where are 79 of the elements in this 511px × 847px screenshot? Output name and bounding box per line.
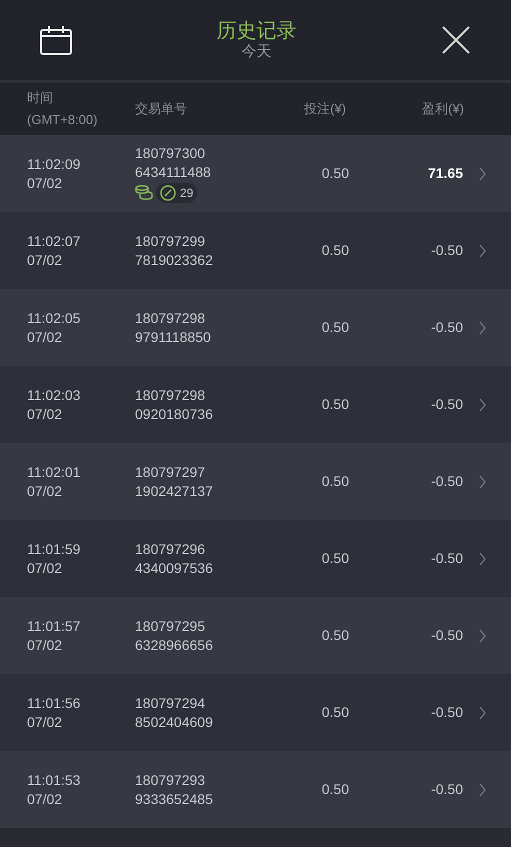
row-time: 11:02:03 (27, 386, 82, 404)
stake-amount: 0.50 (322, 395, 349, 414)
row-time: 11:02:05 (27, 308, 82, 328)
chevron-right-icon (479, 782, 486, 796)
history-row[interactable]: 11:01:53 07/02 180797293 9333652485 0.50 -0.50 (0, 751, 511, 828)
stake-amount: 0.50 (322, 780, 349, 799)
profit-amount: -0.50 (431, 395, 463, 414)
stake-amount: 0.50 (322, 318, 349, 337)
calendar-icon[interactable] (40, 25, 72, 55)
history-row[interactable]: 11:02:09 07/02 180797300 6434111488 29 0.50 71.65 (0, 135, 511, 212)
row-date: 07/02 (27, 404, 64, 424)
badge-count: 29 (180, 184, 194, 202)
order-number: 180797296 (135, 540, 206, 558)
history-row[interactable]: 11:02:05 07/02 180797298 9791118850 0.50 -0.50 (0, 289, 511, 366)
order-number: 0920180736 (135, 404, 214, 424)
row-date: 07/02 (27, 636, 64, 654)
row-time: 11:01:57 (27, 616, 82, 636)
row-date: 07/02 (27, 790, 64, 808)
order-number: 180797300 (135, 144, 206, 163)
row-date: 07/02 (27, 250, 64, 270)
chevron-right-icon (479, 166, 486, 180)
order-number: 8502404609 (135, 712, 214, 732)
page-title: 历史记录 (216, 19, 296, 43)
coins-icon (135, 185, 153, 201)
column-header: (GMT+8:00) (27, 111, 98, 129)
stake-amount: 0.50 (322, 549, 349, 568)
row-time: 11:01:56 (27, 694, 82, 712)
profit-amount: -0.50 (431, 241, 463, 260)
row-date: 07/02 (27, 482, 64, 500)
order-number: 1902427137 (135, 482, 214, 500)
order-number: 180797294 (135, 694, 206, 712)
stake-amount: 0.50 (322, 472, 349, 491)
stake-amount: 0.50 (322, 164, 349, 183)
chevron-right-icon (479, 320, 486, 334)
profit-amount: -0.50 (431, 318, 463, 337)
stake-amount: 0.50 (322, 626, 349, 645)
chevron-right-icon (479, 552, 486, 566)
row-time: 11:02:01 (27, 462, 82, 482)
order-number: 7819023362 (135, 250, 214, 270)
order-number: 180797297 (135, 462, 206, 482)
history-row[interactable]: 11:01:57 07/02 180797295 6328966656 0.50 -0.50 (0, 597, 511, 674)
order-number: 9333652485 (135, 790, 214, 808)
row-time: 11:02:07 (27, 232, 82, 250)
page-subtitle: 今天 (242, 43, 272, 61)
column-header: 交易单号 (135, 100, 188, 118)
stake-amount: 0.50 (322, 241, 349, 260)
order-number: 4340097536 (135, 558, 214, 578)
order-number: 6328966656 (135, 636, 214, 654)
column-header: 盈利(¥) (422, 100, 464, 118)
chevron-right-icon (479, 398, 486, 412)
order-number: 180797298 (135, 308, 206, 328)
profit-amount: -0.50 (431, 549, 463, 568)
order-number: 180797299 (135, 232, 206, 250)
history-row[interactable]: 11:02:01 07/02 180797297 1902427137 0.50 -0.50 (0, 443, 511, 520)
order-number: 180797295 (135, 616, 206, 636)
chevron-right-icon (479, 474, 486, 488)
row-date: 07/02 (27, 712, 64, 732)
column-header: 时间 (27, 89, 54, 107)
close-icon[interactable] (441, 25, 471, 55)
chevron-right-icon (479, 628, 486, 642)
row-time: 11:01:53 (27, 770, 82, 790)
chevron-right-icon (479, 244, 486, 258)
order-number: 6434111488 (135, 163, 212, 182)
row-date: 07/02 (27, 328, 64, 346)
order-number: 180797293 (135, 770, 206, 790)
order-number: 180797298 (135, 386, 206, 404)
row-date: 07/02 (27, 558, 64, 578)
row-time: 11:02:09 (27, 154, 82, 174)
profit-amount: -0.50 (431, 472, 463, 491)
profit-amount: -0.50 (431, 626, 463, 645)
stake-amount: 0.50 (322, 703, 349, 722)
profit-amount: -0.50 (431, 703, 463, 722)
order-number: 9791118850 (135, 328, 212, 346)
profit-amount: -0.50 (431, 780, 463, 799)
chevron-right-icon (479, 706, 486, 720)
column-header: 投注(¥) (304, 100, 346, 118)
row-date: 07/02 (27, 174, 64, 192)
profit-amount: 71.65 (428, 164, 463, 183)
row-time: 11:01:59 (27, 540, 82, 558)
